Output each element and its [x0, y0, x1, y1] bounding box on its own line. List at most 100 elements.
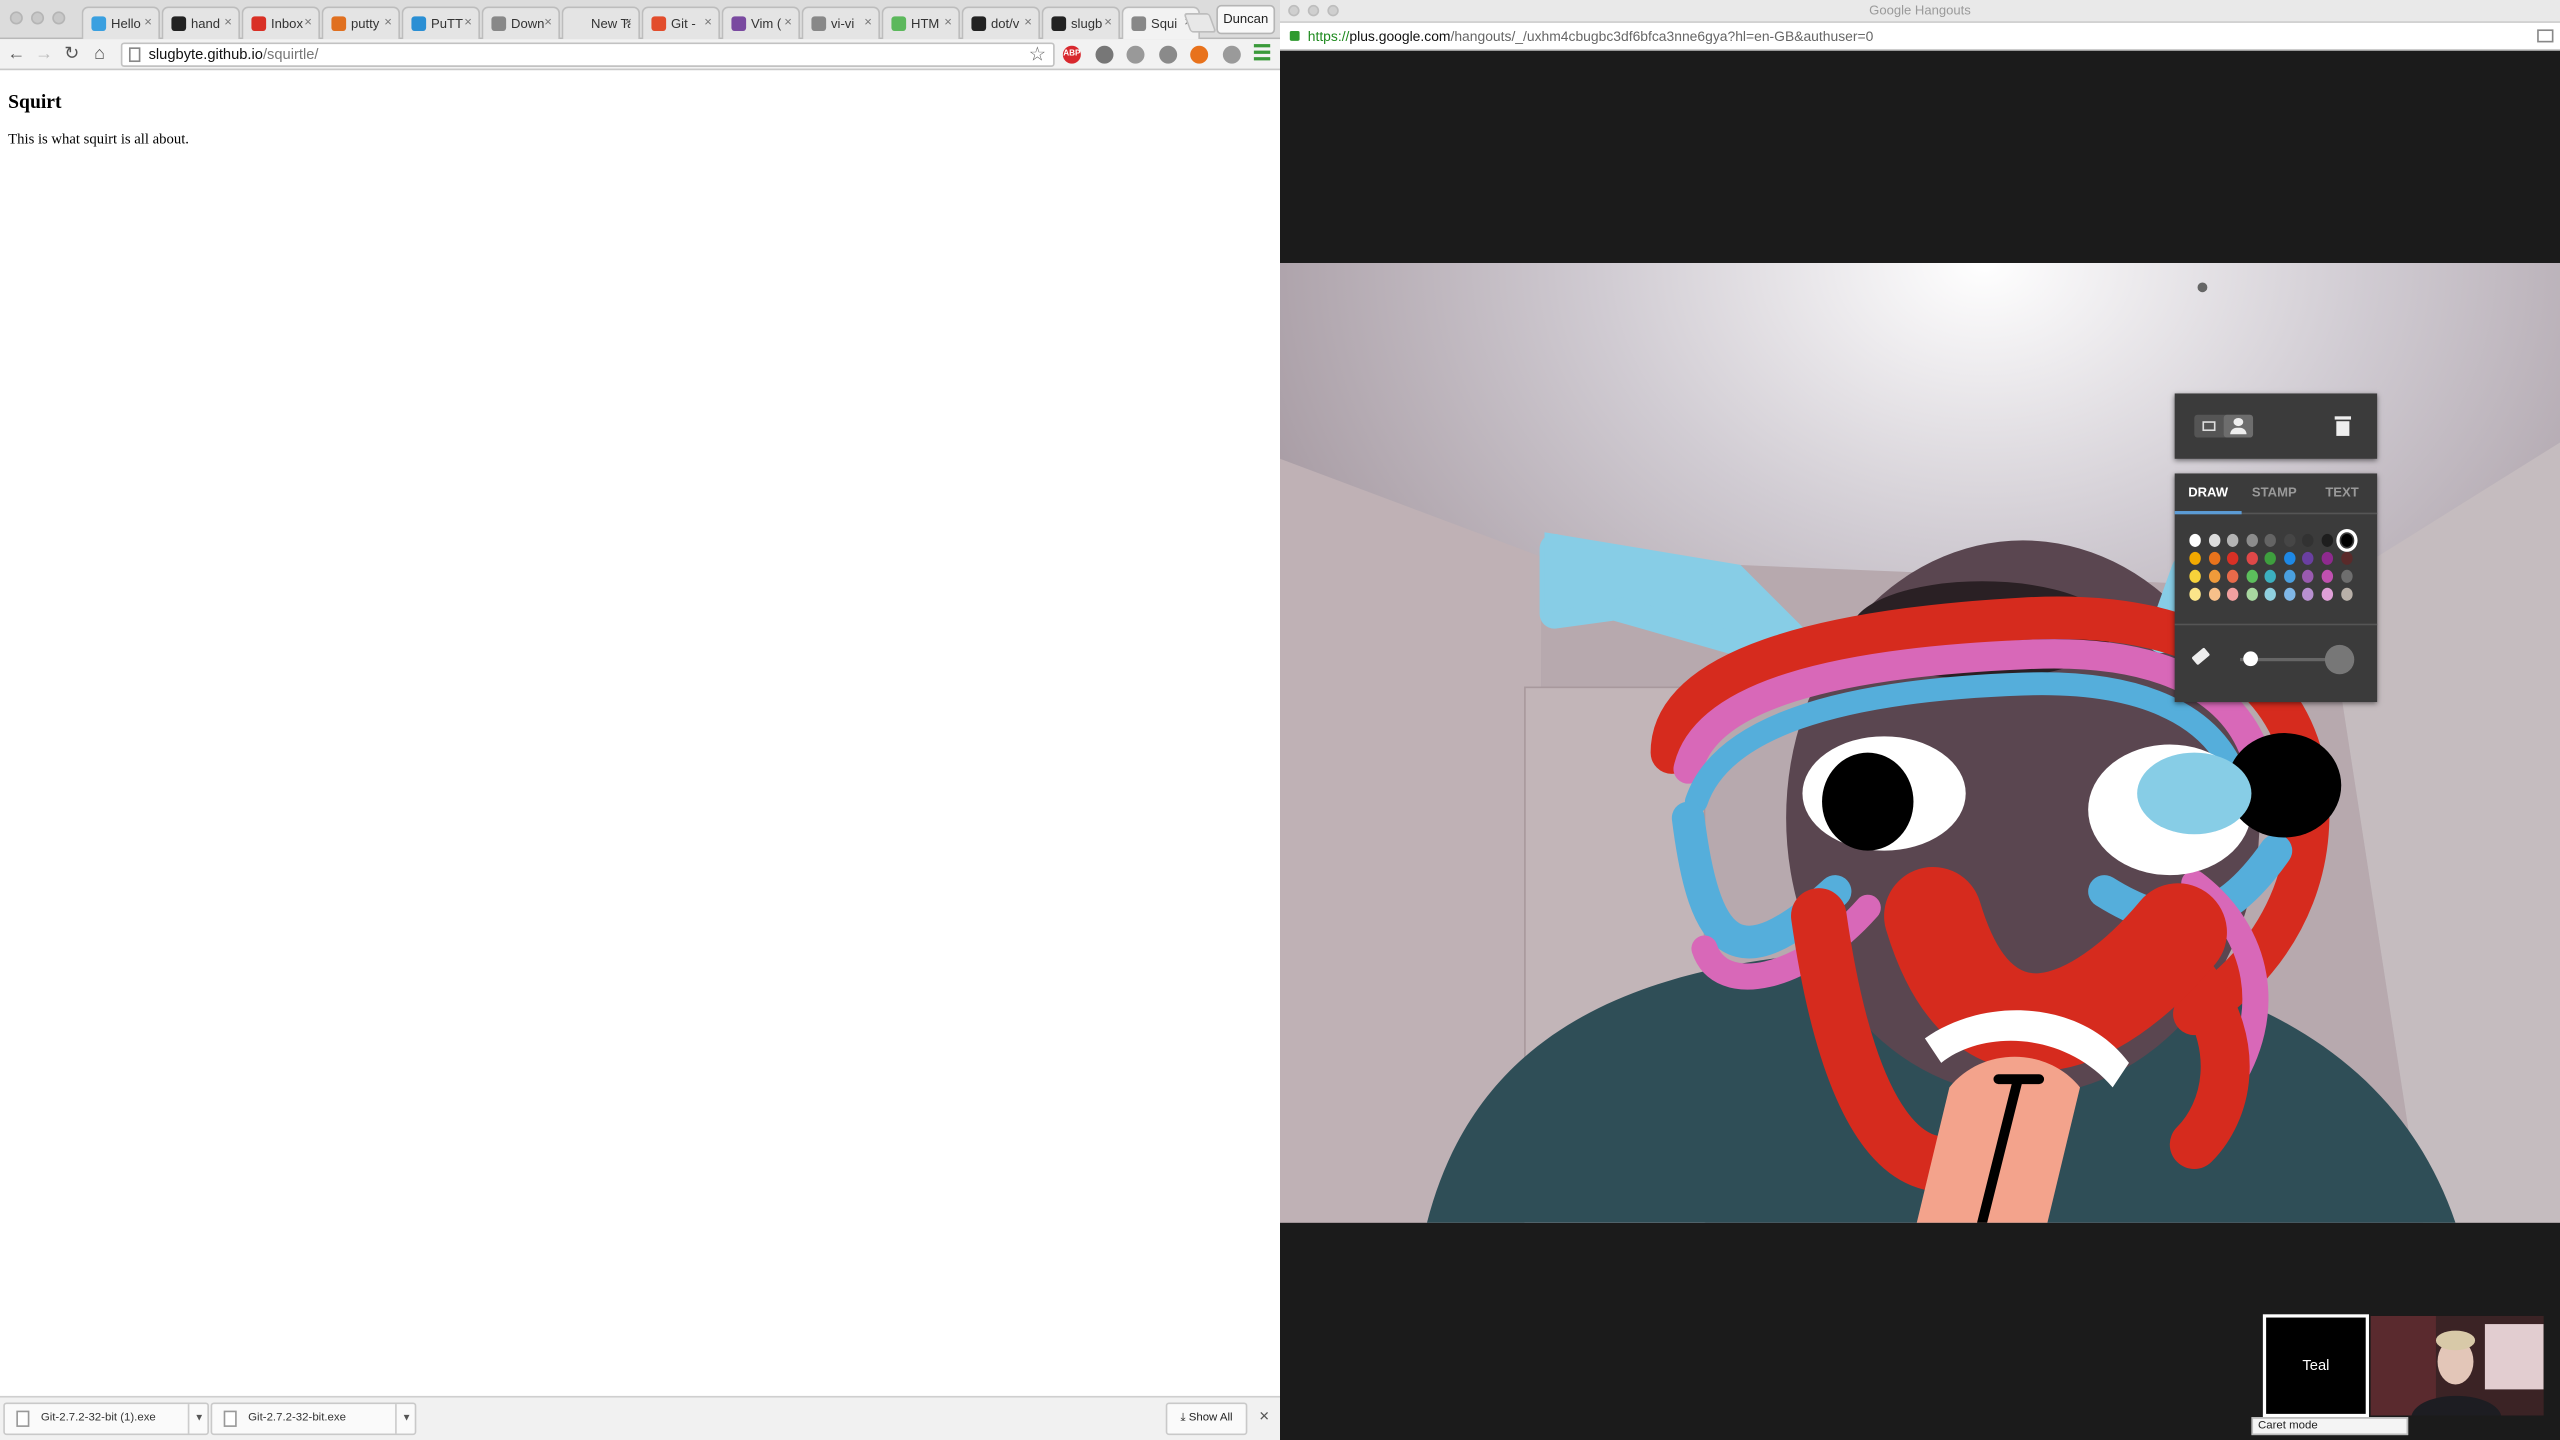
browser-tab[interactable]: Inbox ×: [241, 6, 320, 40]
color-swatch[interactable]: [2340, 569, 2352, 583]
close-downloads-icon[interactable]: ✕: [1259, 1409, 1270, 1424]
close-tab-icon[interactable]: ×: [144, 15, 152, 30]
color-swatch[interactable]: [2264, 587, 2277, 601]
download-item-1[interactable]: Git-2.7.2-32-bit (1).exe ▼: [3, 1402, 209, 1436]
color-swatch[interactable]: [2246, 551, 2258, 565]
minimize-window-button[interactable]: [31, 11, 45, 25]
color-swatch[interactable]: [2208, 569, 2220, 583]
trash-icon[interactable]: [2334, 416, 2352, 436]
browser-tab[interactable]: slugb ×: [1041, 6, 1120, 40]
forward-icon[interactable]: →: [33, 42, 56, 65]
browser-tab[interactable]: hand ×: [161, 6, 240, 40]
window-resize-icon[interactable]: [2537, 29, 2554, 43]
chevron-down-icon[interactable]: ▼: [187, 1404, 204, 1434]
color-swatch[interactable]: [2321, 551, 2334, 565]
color-swatch[interactable]: [2302, 569, 2315, 583]
color-swatch[interactable]: [2283, 533, 2296, 547]
close-window-button[interactable]: [9, 11, 23, 25]
close-window-button[interactable]: [1288, 4, 1300, 17]
angular-icon[interactable]: [1158, 45, 1177, 64]
bookmark-star-icon[interactable]: ☆: [1029, 42, 1047, 65]
draw-mode-toggle[interactable]: [2194, 414, 2254, 438]
browser-tab[interactable]: Vim (×: [721, 6, 800, 40]
close-tab-icon[interactable]: ×: [464, 15, 472, 30]
address-bar[interactable]: slugbyte.github.io/squirtle/: [120, 42, 1055, 67]
close-tab-icon[interactable]: ×: [944, 15, 952, 30]
color-swatch[interactable]: [2208, 551, 2220, 565]
color-swatch[interactable]: [2246, 569, 2258, 583]
home-icon[interactable]: ⌂: [88, 42, 111, 65]
color-swatch[interactable]: [2302, 587, 2315, 601]
browser-tab[interactable]: PuTT ×: [401, 6, 480, 40]
pocket-icon[interactable]: [1094, 45, 1113, 64]
color-swatch[interactable]: [2227, 587, 2239, 601]
close-tab-icon[interactable]: ×: [544, 15, 552, 30]
close-tab-icon[interactable]: ×: [864, 15, 872, 30]
color-swatch[interactable]: [2189, 533, 2201, 547]
color-swatch[interactable]: [2340, 587, 2352, 601]
frame-mode-icon[interactable]: [2194, 415, 2223, 438]
color-swatch[interactable]: [2227, 533, 2239, 547]
color-swatch[interactable]: [2189, 551, 2201, 565]
download-item-2[interactable]: Git-2.7.2-32-bit.exe ▼: [210, 1402, 417, 1436]
color-swatch[interactable]: [2321, 533, 2334, 547]
browser-tab[interactable]: Down ×: [481, 6, 560, 40]
tab-text[interactable]: TEXT: [2307, 473, 2377, 514]
close-tab-icon[interactable]: ×: [304, 15, 312, 30]
hangouts-url-bar[interactable]: https://plus.google.com/hangouts/_/uxhm4…: [1280, 22, 2560, 51]
reload-icon[interactable]: ↻: [60, 42, 83, 65]
browser-tab[interactable]: New Ta ×: [561, 6, 640, 40]
close-tab-icon[interactable]: ×: [384, 15, 392, 30]
extension-cube-icon[interactable]: [1222, 45, 1240, 64]
color-swatch[interactable]: [2208, 533, 2220, 547]
color-swatch[interactable]: [2335, 528, 2357, 552]
color-swatch[interactable]: [2321, 569, 2334, 583]
color-swatch[interactable]: [2227, 551, 2239, 565]
color-swatch[interactable]: [2227, 569, 2239, 583]
zoom-window-button[interactable]: [1327, 4, 1339, 17]
color-swatch[interactable]: [2283, 587, 2296, 601]
tab-draw[interactable]: DRAW: [2174, 473, 2242, 515]
browser-tab[interactable]: dot/v ×: [961, 6, 1040, 40]
color-swatch[interactable]: [2189, 587, 2201, 601]
color-swatch[interactable]: [2264, 569, 2277, 583]
back-icon[interactable]: ←: [5, 42, 28, 65]
self-view-thumbnail[interactable]: [2370, 1315, 2544, 1416]
color-swatch[interactable]: [2283, 569, 2296, 583]
extension-grey-icon[interactable]: [1126, 45, 1145, 64]
browser-tab[interactable]: Hello ×: [81, 6, 160, 40]
zoom-window-button[interactable]: [52, 11, 66, 25]
participant-thumbnail-teal[interactable]: Teal: [2262, 1314, 2369, 1418]
chevron-down-icon[interactable]: ▼: [395, 1404, 411, 1434]
show-all-downloads-button[interactable]: ⤓ Show All: [1165, 1402, 1248, 1436]
color-swatch[interactable]: [2302, 551, 2315, 565]
close-tab-icon[interactable]: ×: [704, 15, 712, 30]
color-swatch[interactable]: [2246, 533, 2258, 547]
color-swatch[interactable]: [2321, 587, 2334, 601]
browser-tab[interactable]: putty ×: [321, 6, 400, 40]
profile-button[interactable]: Duncan: [1216, 4, 1276, 35]
person-mode-icon[interactable]: [2223, 414, 2254, 438]
browser-tab[interactable]: vi-vi ×: [801, 6, 880, 40]
color-swatch[interactable]: [2208, 587, 2220, 601]
chrome-menu-icon[interactable]: [1253, 44, 1271, 64]
color-swatch[interactable]: [2264, 551, 2277, 565]
eraser-icon[interactable]: [2191, 647, 2211, 666]
adblock-icon[interactable]: ABP: [1062, 45, 1081, 64]
minimize-window-button[interactable]: [1307, 4, 1320, 17]
browser-tab[interactable]: HTM ×: [881, 6, 960, 40]
color-swatch[interactable]: [2246, 587, 2258, 601]
close-tab-icon[interactable]: ×: [624, 15, 632, 30]
tab-stamp[interactable]: STAMP: [2242, 473, 2307, 514]
close-tab-icon[interactable]: ×: [784, 15, 792, 30]
close-tab-icon[interactable]: ×: [1104, 15, 1112, 30]
color-swatch[interactable]: [2283, 551, 2296, 565]
color-swatch[interactable]: [2264, 533, 2277, 547]
browser-tab[interactable]: Git - ×: [641, 6, 720, 40]
close-tab-icon[interactable]: ×: [224, 15, 232, 30]
brush-size-slider-handle[interactable]: [2242, 651, 2258, 667]
close-tab-icon[interactable]: ×: [1024, 15, 1032, 30]
rss-icon[interactable]: [1190, 45, 1209, 64]
color-swatch[interactable]: [2340, 551, 2352, 565]
color-swatch[interactable]: [2189, 569, 2201, 583]
